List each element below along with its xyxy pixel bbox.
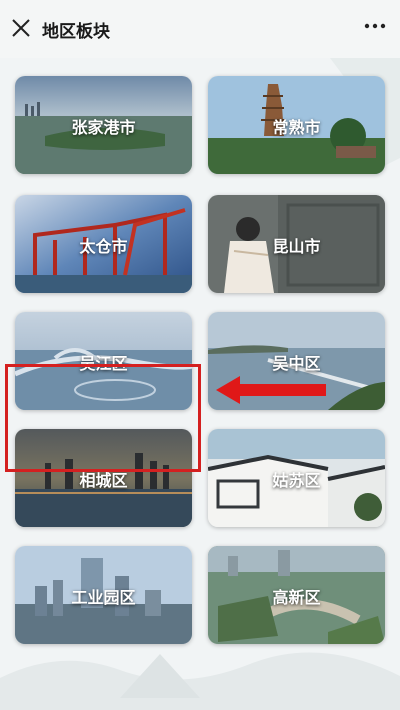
region-label: 工业园区 bbox=[71, 588, 136, 607]
region-label: 常熟市 bbox=[272, 118, 321, 137]
page-title: 地区板块 bbox=[42, 22, 110, 42]
close-icon[interactable] bbox=[10, 17, 32, 39]
region-label: 太仓市 bbox=[79, 237, 128, 256]
region-card-zhangjiagang[interactable]: 张家港市 bbox=[15, 76, 192, 174]
region-label: 张家港市 bbox=[71, 118, 136, 137]
more-options-icon[interactable] bbox=[364, 22, 386, 30]
region-card-gusu[interactable]: 姑苏区 bbox=[208, 429, 385, 527]
region-card-industrial-park[interactable]: 工业园区 bbox=[15, 546, 192, 644]
region-card-kunshan[interactable]: 昆山市 bbox=[208, 195, 385, 293]
region-card-changshu[interactable]: 常熟市 bbox=[208, 76, 385, 174]
region-label: 吴中区 bbox=[272, 354, 321, 373]
region-card-taicang[interactable]: 太仓市 bbox=[15, 195, 192, 293]
region-card-high-tech-zone[interactable]: 高新区 bbox=[208, 546, 385, 644]
region-label: 高新区 bbox=[272, 588, 321, 607]
left-arrow-icon bbox=[216, 376, 326, 404]
top-bar: 地区板块 bbox=[0, 0, 400, 58]
region-label: 姑苏区 bbox=[272, 471, 321, 490]
region-label: 昆山市 bbox=[272, 237, 321, 256]
selection-highlight-box bbox=[5, 364, 201, 472]
